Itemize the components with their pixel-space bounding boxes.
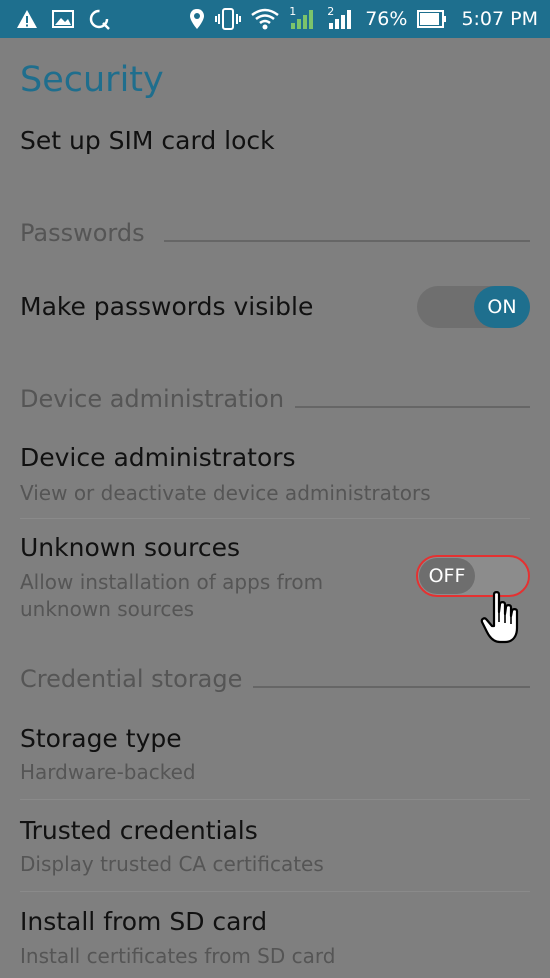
section-divider [253,686,530,688]
toggle-thumb: ON [474,286,530,328]
sim2-label: 2 [327,5,335,18]
hand-pointer-icon [480,590,524,650]
battery-percent: 76% [365,8,408,30]
storage-type-subtitle: Hardware-backed [20,760,196,784]
page-title: Security [20,60,164,100]
section-passwords: Passwords [20,219,145,247]
clock: 5:07 PM [461,8,538,30]
section-divider [295,406,530,408]
toggle-thumb: OFF [419,558,475,594]
device-administrators-subtitle: View or deactivate device administrators [20,481,431,505]
image-icon [52,10,74,28]
wifi-icon [251,8,279,30]
passwords-visible-toggle[interactable]: ON [417,286,530,328]
location-icon [189,8,205,30]
install-from-sd-item[interactable]: Install from SD card [20,907,267,936]
signal-sim1-icon: 1 [289,5,317,31]
unknown-sources-item[interactable]: Unknown sources [20,533,240,562]
list-divider [20,518,530,519]
trusted-credentials-subtitle: Display trusted CA certificates [20,852,324,876]
list-divider [20,799,530,800]
battery-icon [417,10,447,28]
device-administrators-item[interactable]: Device administrators [20,443,296,472]
vibrate-icon [215,7,242,31]
list-divider [20,891,530,892]
storage-type-item[interactable]: Storage type [20,724,182,753]
status-bar-right: 1 2 76% 5:07 PM [189,0,538,38]
warning-icon [16,9,38,29]
sync-icon [88,8,110,30]
signal-sim2-icon: 2 [327,5,355,31]
make-passwords-visible-item[interactable]: Make passwords visible [20,292,313,321]
trusted-credentials-item[interactable]: Trusted credentials [20,816,258,845]
unknown-sources-subtitle-line2: unknown sources [20,597,195,621]
section-credential-storage: Credential storage [20,665,243,693]
sim-lock-item[interactable]: Set up SIM card lock [20,126,275,155]
status-bar: 1 2 76% 5:07 PM [0,0,550,38]
section-divider [164,240,530,242]
section-device-administration: Device administration [20,385,285,413]
install-from-sd-subtitle: Install certificates from SD card [20,944,336,968]
unknown-sources-subtitle-line1: Allow installation of apps from [20,570,324,594]
sim1-label: 1 [289,5,297,18]
status-bar-left [16,0,110,38]
